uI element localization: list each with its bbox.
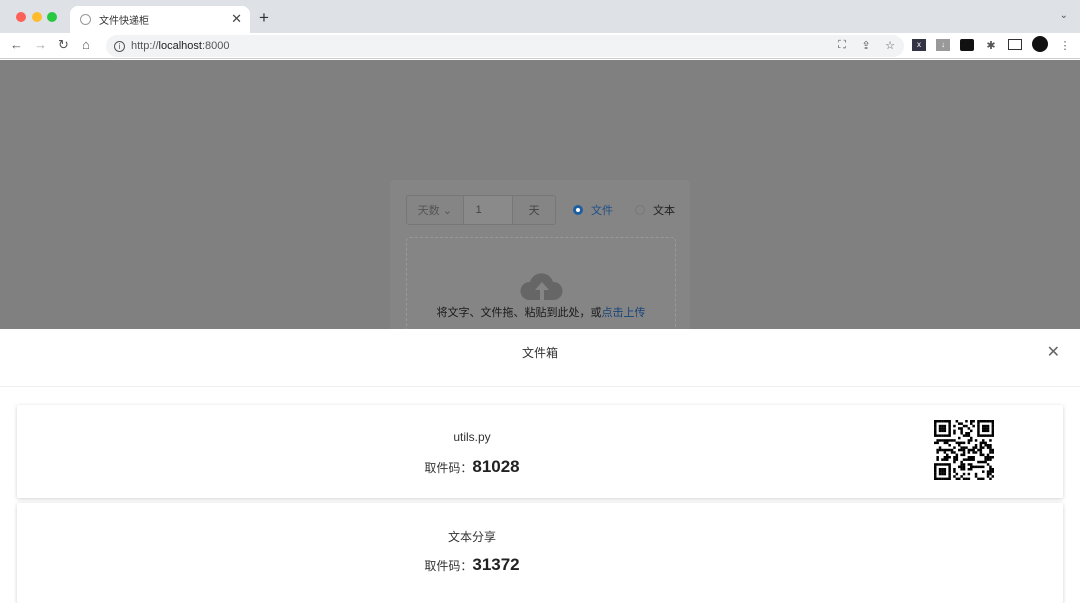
extensions-puzzle-icon[interactable]: ✱: [984, 39, 998, 52]
radio-file[interactable]: 文件: [573, 202, 613, 218]
browser-toolbar: ← → ↻ ⌂ i http://localhost:8000 ⛶ ⇪ ☆ x …: [0, 33, 1080, 59]
expire-type-select[interactable]: 天数 ⌄: [407, 196, 464, 224]
qr-code: [934, 420, 994, 480]
pickup-code: 取件码：31372: [424, 555, 520, 574]
home-icon[interactable]: ⌂: [82, 37, 90, 52]
side-panel-icon[interactable]: [1008, 39, 1022, 50]
minimize-window-button[interactable]: [32, 12, 42, 22]
tab-title: 文件快递柜: [99, 16, 149, 27]
new-tab-button[interactable]: +: [259, 8, 269, 28]
site-info-icon[interactable]: i: [114, 40, 125, 52]
tab-bar: 文件快递柜 ✕ + ⌄: [0, 0, 1080, 33]
close-tab-icon[interactable]: ✕: [231, 11, 242, 27]
browser-tab[interactable]: 文件快递柜 ✕: [70, 6, 250, 33]
close-icon[interactable]: ✕: [1047, 329, 1060, 377]
upload-dropzone[interactable]: 将文字、文件拖、粘贴到此处，或点击上传: [406, 237, 676, 329]
translate-icon[interactable]: ⛶: [835, 39, 849, 52]
maximize-window-button[interactable]: [47, 12, 57, 22]
extension-icon[interactable]: [960, 39, 974, 51]
close-window-button[interactable]: [16, 12, 26, 22]
url-host: localhost: [158, 40, 202, 52]
reload-icon[interactable]: ↻: [58, 37, 69, 53]
favicon-icon: [80, 14, 91, 25]
address-bar[interactable]: i http://localhost:8000: [106, 35, 904, 57]
cloud-upload-icon: [520, 273, 563, 300]
file-item[interactable]: utils.py 取件码：81028: [17, 405, 1063, 498]
radio-text[interactable]: 文本: [635, 202, 675, 218]
pickup-code: 取件码：81028: [424, 457, 520, 476]
download-extension-icon[interactable]: ↓: [936, 39, 950, 51]
file-box-drawer: 文件箱 ✕ utils.py 取件码：81028 文本分享 取件码：31372: [0, 329, 1080, 603]
tab-search-chevron-icon[interactable]: ⌄: [1060, 10, 1068, 21]
share-icon[interactable]: ⇪: [859, 39, 873, 52]
page-overlay: 天数 ⌄ 1 天 文件 文本 将文字、文件拖、粘贴到此处，或点击上传: [0, 60, 1080, 329]
forward-icon[interactable]: →: [34, 37, 47, 52]
profile-avatar[interactable]: [1032, 36, 1048, 52]
upload-card: 天数 ⌄ 1 天 文件 文本 将文字、文件拖、粘贴到此处，或点击上传: [390, 180, 690, 329]
click-upload-link[interactable]: 点击上传: [602, 307, 646, 319]
extension-x-icon[interactable]: x: [912, 39, 926, 51]
expire-group: 天数 ⌄ 1 天: [406, 195, 556, 225]
expire-unit-label: 天: [528, 205, 540, 217]
back-icon[interactable]: ←: [10, 37, 23, 52]
drawer-title: 文件箱: [521, 346, 558, 360]
menu-icon[interactable]: ⋮: [1058, 39, 1072, 52]
file-name: 文本分享: [447, 530, 496, 544]
file-item[interactable]: 文本分享 取件码：31372: [17, 503, 1063, 603]
file-name: utils.py: [453, 430, 491, 444]
drop-hint: 将文字、文件拖、粘贴到此处，或: [436, 307, 602, 319]
bookmark-star-icon[interactable]: ☆: [883, 39, 897, 52]
url-scheme: http://: [131, 40, 159, 52]
url-port: :8000: [201, 40, 230, 52]
expire-value-input[interactable]: 1: [463, 196, 514, 224]
